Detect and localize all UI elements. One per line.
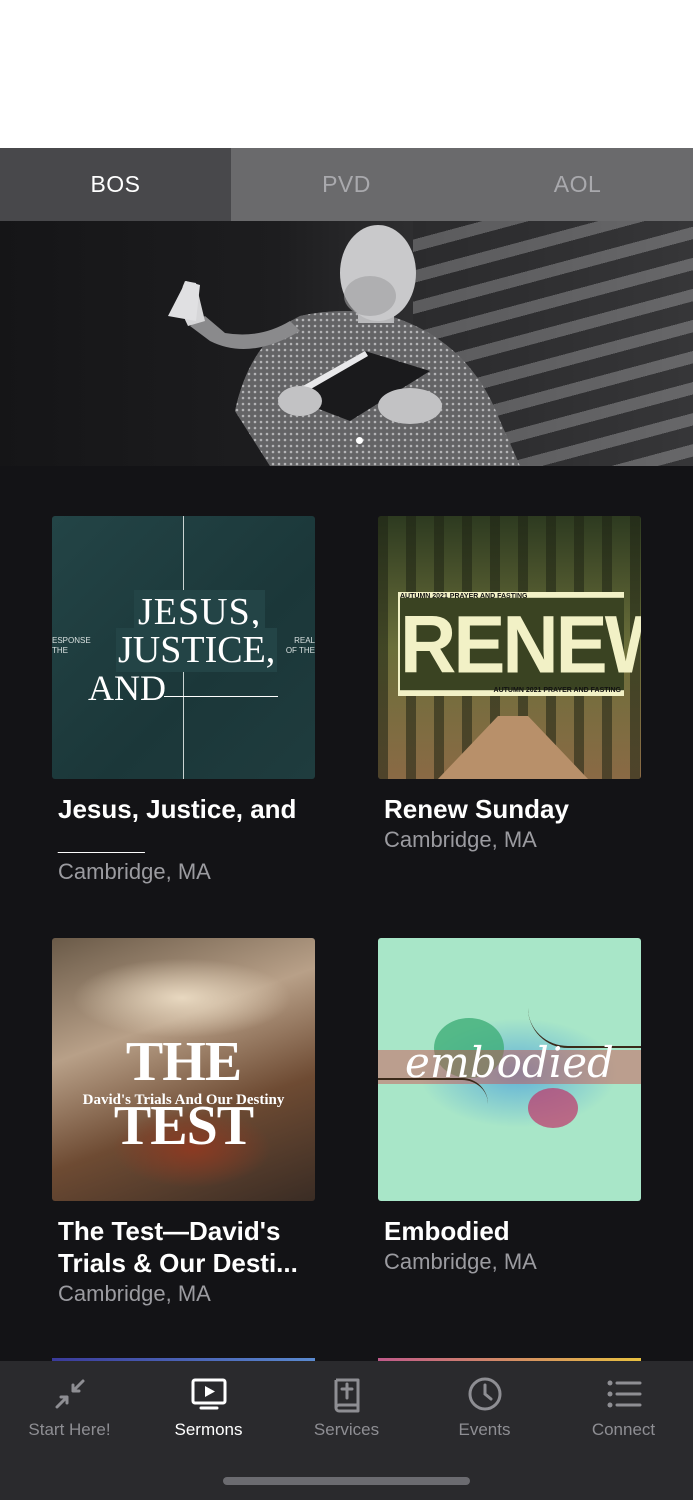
- art-right-text: REAL OF THE: [285, 636, 315, 655]
- art-embodied-script: embodied: [405, 1038, 614, 1087]
- art-underline: [164, 696, 278, 697]
- sermon-location: Cambridge, MA: [384, 827, 537, 852]
- sermon-card-embodied[interactable]: embodied Embodied Cambridge, MA: [378, 938, 641, 1277]
- top-blank-area: [0, 0, 693, 148]
- sermon-title: The Test—David's Trials & Our Desti...: [58, 1216, 298, 1278]
- sermon-thumbnail: JESUS, JUSTICE, AND ESPONSE THE REAL OF …: [52, 516, 315, 779]
- location-tabs: BOS PVD AOL: [0, 148, 693, 221]
- tabbar-label: Events: [458, 1420, 511, 1439]
- tabbar-events[interactable]: Events: [415, 1361, 554, 1451]
- tabbar-connect[interactable]: Connect: [554, 1361, 693, 1451]
- preacher-photo: [168, 225, 520, 466]
- sermon-location: Cambridge, MA: [384, 1249, 537, 1274]
- bible-icon: [334, 1378, 359, 1413]
- tab-aol[interactable]: AOL: [462, 148, 693, 221]
- tab-pvd[interactable]: PVD: [231, 148, 462, 221]
- sermon-location: Cambridge, MA: [58, 859, 211, 884]
- art-painting-clouds: [72, 958, 292, 1038]
- tabbar-label: Start Here!: [28, 1420, 111, 1439]
- art-banner-bottom: AUTUMN 2021 PRAYER AND FASTING: [493, 687, 621, 694]
- arrows-in-icon: [55, 1379, 84, 1409]
- tabbar-label: Services: [313, 1420, 380, 1439]
- art-renew-text: RENEW: [400, 597, 641, 691]
- tabbar-sermons[interactable]: Sermons: [139, 1361, 278, 1451]
- tabbar-services[interactable]: Services: [277, 1361, 416, 1451]
- tabbar-label: Sermons: [174, 1420, 243, 1439]
- sermon-location: Cambridge, MA: [58, 1281, 211, 1306]
- sermon-card-renew[interactable]: AUTUMN 2021 PRAYER AND FASTING RENEW AUT…: [378, 516, 641, 855]
- tv-play-icon: [191, 1378, 226, 1410]
- sermon-card-the-test[interactable]: THE TEST David's Trials And Our Destiny …: [52, 938, 315, 1309]
- art-subtitle: David's Trials And Our Destiny: [82, 1092, 285, 1108]
- art-text-justice: JUSTICE,: [116, 628, 278, 672]
- clock-icon: [468, 1377, 501, 1411]
- sermon-title: Renew Sunday: [384, 794, 569, 824]
- hero-banner[interactable]: [0, 221, 693, 466]
- list-icon: [607, 1380, 641, 1408]
- art-watercolor-red: [528, 1088, 578, 1128]
- home-indicator[interactable]: [223, 1477, 470, 1485]
- sermon-title: Jesus, Justice, and ______: [58, 794, 297, 856]
- tabbar-start-here[interactable]: Start Here!: [0, 1361, 139, 1451]
- tab-bos[interactable]: BOS: [0, 148, 231, 221]
- sermon-title: Embodied: [384, 1216, 510, 1246]
- art-text-and: AND: [88, 668, 166, 708]
- sermon-thumbnail: THE TEST David's Trials And Our Destiny: [52, 938, 315, 1201]
- hero-page-indicator: [356, 437, 363, 444]
- art-left-text: ESPONSE THE: [52, 636, 91, 655]
- sermon-thumbnail: AUTUMN 2021 PRAYER AND FASTING RENEW AUT…: [378, 516, 641, 779]
- tabbar-label: Connect: [591, 1420, 656, 1439]
- sermon-card-jesus-justice[interactable]: JESUS, JUSTICE, AND ESPONSE THE REAL OF …: [52, 516, 315, 887]
- sermon-thumbnail: embodied: [378, 938, 641, 1201]
